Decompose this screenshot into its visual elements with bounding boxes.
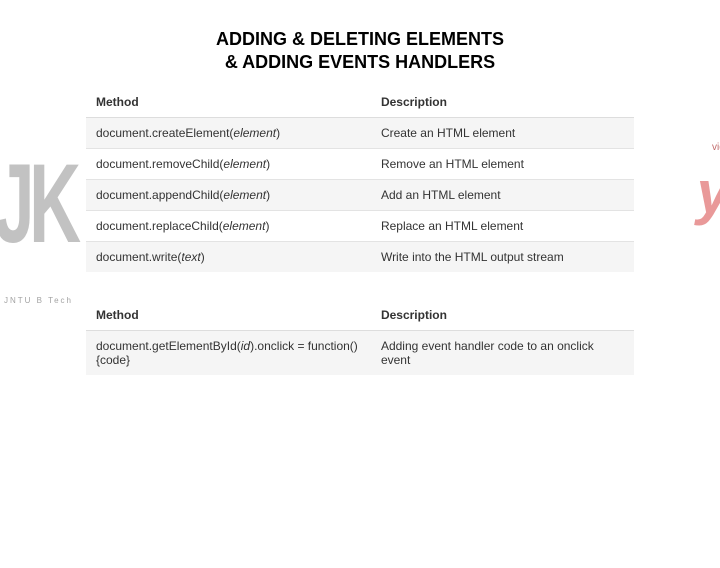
table-row: document.appendChild(element) Add an HTM…	[86, 180, 634, 211]
table-row: document.getElementById(id).onclick = fu…	[86, 331, 634, 376]
method-cell: document.getElementById(id).onclick = fu…	[86, 331, 371, 376]
table-row: document.createElement(element) Create a…	[86, 118, 634, 149]
table-row: document.replaceChild(element) Replace a…	[86, 211, 634, 242]
method-cell: document.replaceChild(element)	[86, 211, 371, 242]
table-row: document.write(text) Write into the HTML…	[86, 242, 634, 273]
col-header-method: Method	[86, 87, 371, 118]
method-cell: document.removeChild(element)	[86, 149, 371, 180]
method-cell: document.createElement(element)	[86, 118, 371, 149]
watermark-left-small: JNTU B Tech	[4, 296, 73, 305]
col-header-description: Description	[371, 300, 634, 331]
col-header-description: Description	[371, 87, 634, 118]
col-header-method: Method	[86, 300, 371, 331]
desc-cell: Replace an HTML element	[371, 211, 634, 242]
watermark-right-dot: vide.com	[712, 142, 720, 153]
elements-table: Method Description document.createElemen…	[86, 87, 634, 272]
method-cell: document.write(text)	[86, 242, 371, 273]
watermark-left: JK	[0, 140, 76, 269]
page-title: ADDING & DELETING ELEMENTS & ADDING EVEN…	[0, 28, 720, 73]
title-line-1: ADDING & DELETING ELEMENTS	[0, 28, 720, 51]
desc-cell: Remove an HTML element	[371, 149, 634, 180]
title-line-2: & ADDING EVENTS HANDLERS	[0, 51, 720, 74]
desc-cell: Write into the HTML output stream	[371, 242, 634, 273]
watermark-right: vide.com y!	[697, 158, 720, 227]
events-table: Method Description document.getElementBy…	[86, 300, 634, 375]
method-cell: document.appendChild(element)	[86, 180, 371, 211]
desc-cell: Adding event handler code to an onclick …	[371, 331, 634, 376]
table-row: document.removeChild(element) Remove an …	[86, 149, 634, 180]
desc-cell: Add an HTML element	[371, 180, 634, 211]
desc-cell: Create an HTML element	[371, 118, 634, 149]
watermark-right-text: y!	[697, 159, 720, 226]
